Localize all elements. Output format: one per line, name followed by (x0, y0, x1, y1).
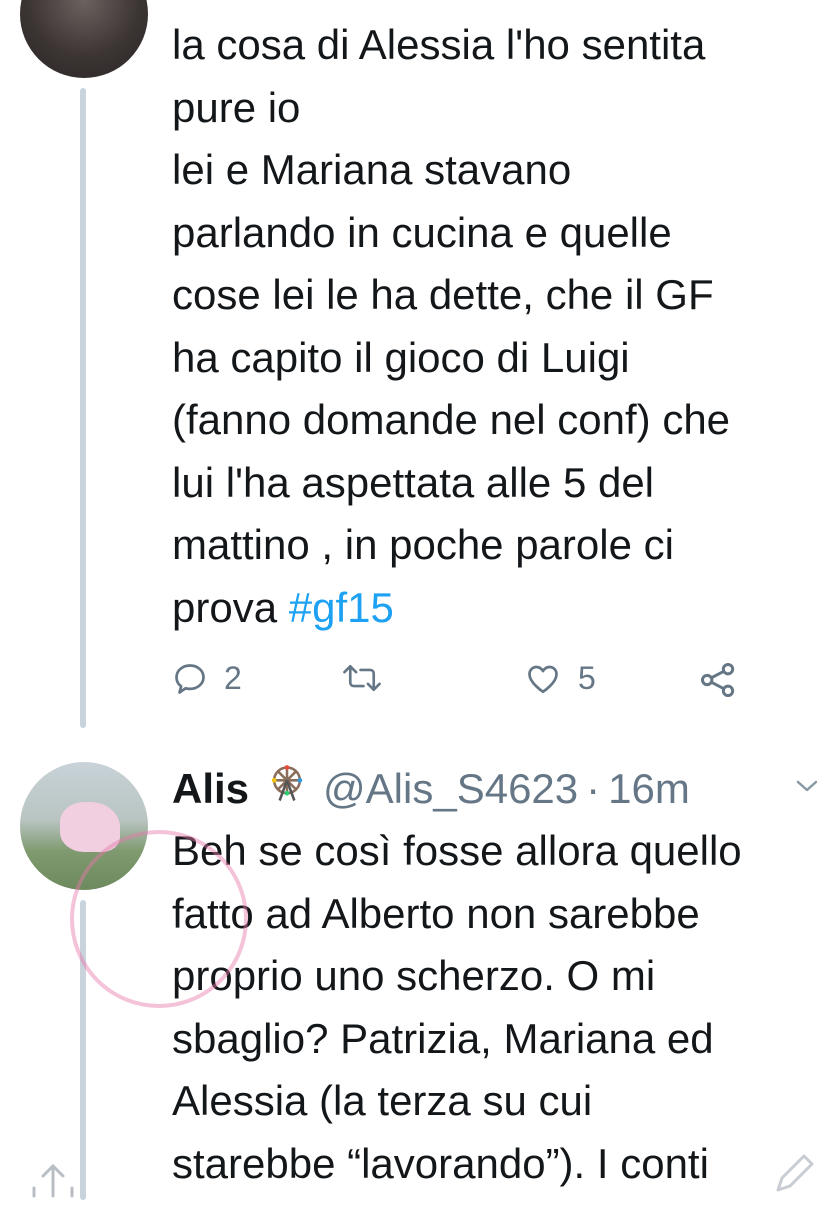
reply-icon (175, 663, 205, 694)
retweet-icon (343, 664, 381, 692)
user-handle[interactable]: @Alis_S4623 (323, 765, 578, 813)
timestamp[interactable]: 16m (608, 765, 690, 813)
avatar[interactable] (20, 0, 148, 78)
avatar[interactable] (20, 762, 148, 890)
reply-line: sbaglio? Patrizia, Mariana ed (172, 1014, 714, 1062)
tweet-text: la cosa di Alessia l'ho sentita pure io … (172, 14, 822, 639)
share-button[interactable] (698, 660, 738, 700)
retweet-button[interactable] (340, 660, 384, 696)
like-button[interactable]: 5 (524, 660, 596, 697)
thread-line (80, 88, 86, 728)
tweet-actions: 2 5 (172, 660, 752, 710)
display-name[interactable]: Alis (172, 765, 249, 813)
reply-button[interactable]: 2 (172, 660, 242, 697)
avatar-image (60, 802, 120, 852)
hashtag-link[interactable]: #gf15 (289, 584, 394, 631)
like-count: 5 (578, 660, 596, 696)
separator: · (586, 765, 601, 812)
tweet-line: parlando in cucina e quelle (172, 208, 672, 256)
reply-text: Beh se così fosse allora quello fatto ad… (172, 820, 822, 1195)
like-icon (528, 665, 558, 693)
ferris-wheel-icon (265, 762, 309, 816)
tweet-line: (fanno domande nel conf) che (172, 396, 731, 443)
tweet-line: mattino , in poche parole ci (172, 521, 674, 568)
thread-line (80, 900, 86, 1200)
reply-line: Alessia (la terza su cui (172, 1077, 593, 1124)
tweet-line: lui l'ha aspettata alle 5 del (172, 458, 655, 506)
tweet-line: pure io (172, 83, 301, 131)
edit-icon[interactable] (768, 1150, 822, 1205)
reply-line: starebbe “lavorando”). I conti (172, 1139, 709, 1187)
upload-icon[interactable] (30, 1158, 76, 1205)
reply-line: Beh se così fosse allora quello (172, 827, 742, 874)
tweet-line: prova (172, 583, 289, 631)
share-icon (701, 663, 735, 697)
chevron-down-icon[interactable] (792, 776, 822, 801)
reply-line: fatto ad Alberto non sarebbe (172, 889, 700, 937)
reply-header: Alis @Alis_S4623 · 16m (172, 764, 822, 814)
reply-line: proprio uno scherzo. O mi (172, 952, 656, 999)
tweet-line: ha capito il gioco di Luigi (172, 333, 630, 381)
tweet-line: lei e Mariana stavano (172, 146, 572, 193)
reply-count: 2 (224, 660, 242, 696)
tweet-line: la cosa di Alessia l'ho sentita (172, 21, 706, 68)
tweet-line: cose lei le ha dette, che il GF (172, 271, 714, 318)
